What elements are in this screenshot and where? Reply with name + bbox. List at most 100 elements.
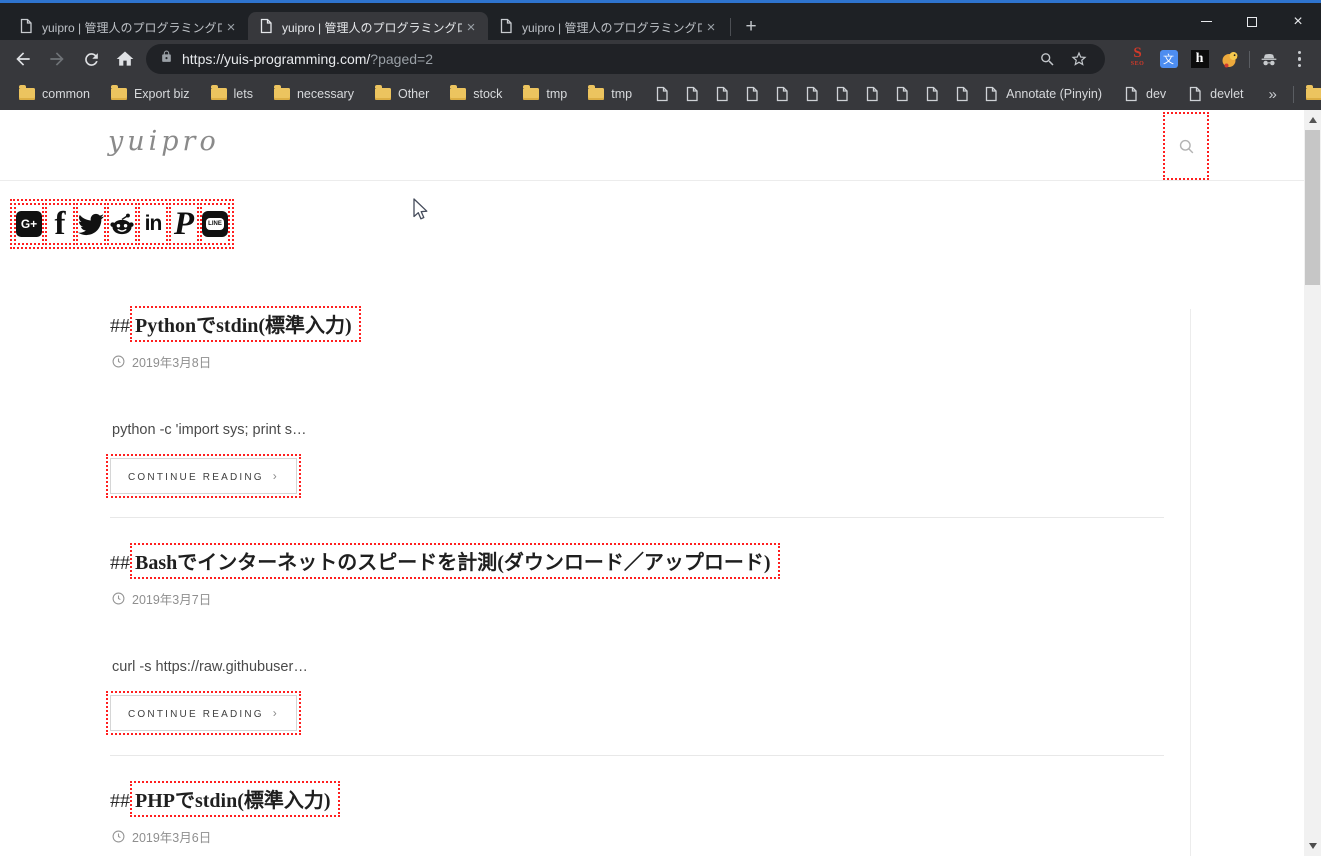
post-title-link[interactable]: PHPでstdin(標準入力) xyxy=(130,781,340,817)
page-scrollbar[interactable] xyxy=(1304,110,1321,856)
extension-bird-icon[interactable] xyxy=(1215,44,1246,74)
address-bar[interactable]: https://yuis-programming.com/?paged=2 xyxy=(146,44,1105,74)
bookmark-devlet[interactable]: devlet xyxy=(1181,83,1249,105)
post-divider xyxy=(110,517,1164,518)
bookmarks-separator xyxy=(1293,86,1294,103)
content-column-border xyxy=(1190,309,1191,856)
bookmark-page-icon[interactable] xyxy=(677,82,707,106)
browser-window: yuipro | 管理人のプログラミングログ. × yuipro | 管理人のプ… xyxy=(0,0,1321,856)
facebook-icon[interactable]: f xyxy=(45,203,75,245)
bookmark-star-icon[interactable] xyxy=(1063,44,1095,74)
clock-icon xyxy=(112,355,125,368)
tab-close-icon[interactable]: × xyxy=(222,19,240,37)
tab-separator xyxy=(730,18,731,36)
tab-strip: yuipro | 管理人のプログラミングログ. × yuipro | 管理人のプ… xyxy=(0,0,1321,40)
tab-close-icon[interactable]: × xyxy=(702,19,720,37)
bookmark-page-icon[interactable] xyxy=(947,82,977,106)
tab-title: yuipro | 管理人のプログラミングログ. xyxy=(42,19,222,36)
lock-icon xyxy=(160,50,173,68)
pinterest-icon[interactable]: P xyxy=(169,203,199,245)
post-excerpt: curl -s https://raw.githubuser… xyxy=(112,659,308,675)
tab-3[interactable]: yuipro | 管理人のプログラミングログ. × xyxy=(488,12,728,43)
bookmark-page-icon[interactable] xyxy=(647,82,677,106)
bookmark-folder-tmp[interactable]: tmp xyxy=(517,84,573,104)
bookmark-folder-stock[interactable]: stock xyxy=(444,84,508,104)
incognito-icon xyxy=(1253,44,1284,74)
window-close-button[interactable]: × xyxy=(1275,6,1321,37)
folder-icon xyxy=(375,88,391,100)
heading-hash-marks: ## xyxy=(110,315,130,337)
continue-reading-button[interactable]: CONTINUE READING› xyxy=(110,695,297,731)
post-title-link[interactable]: Bashでインターネットのスピードを計測(ダウンロード／アップロード) xyxy=(130,543,780,579)
google-plus-icon[interactable]: G+ xyxy=(14,203,44,245)
bookmark-page-icon[interactable] xyxy=(917,82,947,106)
tab-close-icon[interactable]: × xyxy=(462,19,480,37)
window-minimize-button[interactable] xyxy=(1183,6,1229,37)
post-date: 2019年3月7日 xyxy=(112,589,211,608)
bookmark-folder-common[interactable]: common xyxy=(13,84,96,104)
heading-hash-marks: ## xyxy=(110,790,130,812)
folder-icon xyxy=(523,88,539,100)
reload-button[interactable] xyxy=(74,44,108,74)
url-text: https://yuis-programming.com/?paged=2 xyxy=(182,51,433,67)
zoom-icon[interactable] xyxy=(1031,44,1063,74)
scrollbar-thumb[interactable] xyxy=(1305,130,1320,285)
bookmarks-overflow-chevron[interactable]: » xyxy=(1259,86,1287,103)
post-article-1: ##Pythonでstdin(標準入力) 2019年3月8日 python -c… xyxy=(110,306,1164,492)
tab-title: yuipro | 管理人のプログラミングログ. xyxy=(522,19,702,36)
clock-icon xyxy=(112,592,125,605)
folder-icon xyxy=(111,88,127,100)
site-search-button[interactable] xyxy=(1163,112,1209,180)
scroll-down-arrow[interactable] xyxy=(1304,838,1321,854)
bookmark-page-icon[interactable] xyxy=(707,82,737,106)
chevron-right-icon: › xyxy=(273,706,279,720)
forward-button[interactable] xyxy=(40,44,74,74)
bookmark-folder-other[interactable]: Other xyxy=(369,84,435,104)
post-date: 2019年3月6日 xyxy=(112,827,211,846)
post-date: 2019年3月8日 xyxy=(112,352,211,371)
linkedin-icon[interactable]: in xyxy=(138,203,168,245)
scroll-up-arrow[interactable] xyxy=(1304,112,1321,128)
bookmark-folder-tmp-2[interactable]: tmp xyxy=(582,84,638,104)
home-button[interactable] xyxy=(108,44,142,74)
browser-toolbar: https://yuis-programming.com/?paged=2 SS… xyxy=(0,40,1321,78)
extension-translate-icon[interactable]: 文 xyxy=(1153,44,1184,74)
other-bookmarks-folder[interactable]: Other bookmarks xyxy=(1300,84,1321,104)
bookmark-page-icon[interactable] xyxy=(857,82,887,106)
page-favicon-icon xyxy=(18,18,34,37)
bookmark-dev[interactable]: dev xyxy=(1117,83,1172,105)
continue-reading-button[interactable]: CONTINUE READING› xyxy=(110,458,297,494)
bookmark-folder-necessary[interactable]: necessary xyxy=(268,84,360,104)
bookmark-page-icon[interactable] xyxy=(827,82,857,106)
new-tab-button[interactable]: + xyxy=(737,14,765,42)
extension-hatena-icon[interactable]: h xyxy=(1184,44,1215,74)
url-query: ?paged=2 xyxy=(370,51,433,67)
extension-seo-icon[interactable]: SSEO xyxy=(1122,44,1153,74)
toolbar-separator xyxy=(1249,51,1250,68)
site-logo[interactable]: yuipro xyxy=(108,126,220,157)
bookmark-annotate-pinyin[interactable]: Annotate (Pinyin) xyxy=(977,83,1108,105)
tab-2-active[interactable]: yuipro | 管理人のプログラミングログ. × xyxy=(248,12,488,43)
line-icon[interactable]: LINE xyxy=(200,203,230,245)
folder-icon xyxy=(274,88,290,100)
back-button[interactable] xyxy=(6,44,40,74)
bookmarks-bar: common Export biz lets necessary Other s… xyxy=(0,78,1321,110)
chrome-menu-icon[interactable] xyxy=(1284,44,1315,74)
bookmark-folder-export-biz[interactable]: Export biz xyxy=(105,84,196,104)
twitter-icon[interactable] xyxy=(76,203,106,245)
bookmark-page-icon[interactable] xyxy=(797,82,827,106)
window-maximize-button[interactable] xyxy=(1229,6,1275,37)
bookmark-folder-lets[interactable]: lets xyxy=(205,84,259,104)
bookmark-page-icon[interactable] xyxy=(767,82,797,106)
web-page-viewport: yuipro G+ f in P LINE ##Pythonでstdin(標準入… xyxy=(0,110,1321,856)
heading-hash-marks: ## xyxy=(110,552,130,574)
bookmark-page-icon[interactable] xyxy=(737,82,767,106)
post-title-link[interactable]: Pythonでstdin(標準入力) xyxy=(130,306,361,342)
post-article-3: ##PHPでstdin(標準入力) 2019年3月6日 xyxy=(110,781,1164,856)
reddit-icon[interactable] xyxy=(107,203,137,245)
clock-icon xyxy=(112,830,125,843)
folder-icon xyxy=(19,88,35,100)
tab-1[interactable]: yuipro | 管理人のプログラミングログ. × xyxy=(8,12,248,43)
bookmark-page-icon[interactable] xyxy=(887,82,917,106)
post-divider xyxy=(110,755,1164,756)
